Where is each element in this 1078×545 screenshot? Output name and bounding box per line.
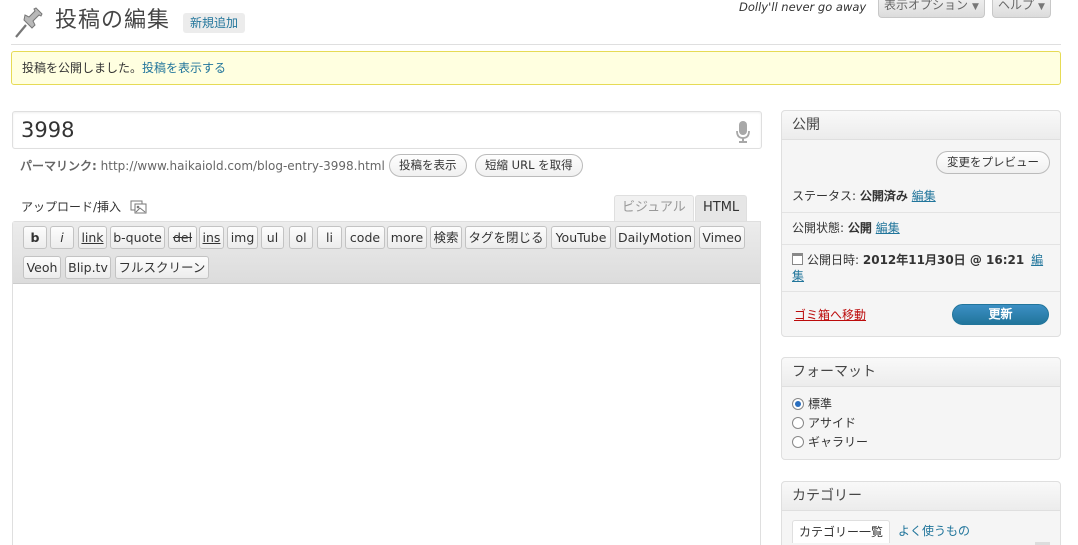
divider xyxy=(782,291,1060,292)
edit-status-link[interactable]: 編集 xyxy=(912,189,936,203)
pushpin-icon xyxy=(12,6,46,40)
preview-changes-button[interactable]: 変更をプレビュー xyxy=(936,151,1050,174)
help-button[interactable]: ヘルプ ▼ xyxy=(992,0,1051,18)
header-divider xyxy=(11,44,1061,45)
qt-bliptv-button[interactable]: Blip.tv xyxy=(65,256,111,279)
qt-more-button[interactable]: more xyxy=(387,226,427,249)
format-option-label: アサイド xyxy=(808,416,857,430)
qt-code-button[interactable]: code xyxy=(345,226,385,249)
format-box-title: フォーマット xyxy=(782,358,1060,387)
publish-box: 公開 変更をプレビュー ステータス: 公開済み 編集 公開状態: 公開 編集 公… xyxy=(781,110,1061,337)
qt-fullscreen-button[interactable]: フルスクリーン xyxy=(115,256,209,279)
permalink-label: パーマリンク: xyxy=(20,159,97,173)
notice-text: 投稿を公開しました。 xyxy=(22,61,143,75)
qt-ol-button[interactable]: ol xyxy=(289,226,313,249)
date-label: 公開日時: xyxy=(807,253,860,267)
chevron-down-icon: ▼ xyxy=(1038,2,1045,12)
qt-lookup-button[interactable]: 検索 xyxy=(430,226,462,249)
hello-dolly-text: Dolly'll never go away xyxy=(739,0,867,14)
divider xyxy=(782,244,1060,245)
format-option-standard[interactable]: 標準 xyxy=(792,396,832,412)
qt-ul-button[interactable]: ul xyxy=(261,226,284,249)
format-option-label: ギャラリー xyxy=(808,435,869,449)
qt-italic-button[interactable]: i xyxy=(50,226,74,249)
edit-date-link[interactable]: 編 xyxy=(1031,253,1043,267)
qt-veoh-button[interactable]: Veoh xyxy=(23,256,61,279)
move-to-trash-link[interactable]: ゴミ箱へ移動 xyxy=(794,306,866,323)
qt-link-button[interactable]: link xyxy=(78,226,107,249)
quicktags-toolbar: b i link b-quote del ins img ul ol li co… xyxy=(13,222,760,284)
qt-youtube-button[interactable]: YouTube xyxy=(551,226,611,249)
add-media-icon[interactable] xyxy=(130,198,148,214)
updated-notice: 投稿を公開しました。投稿を表示する xyxy=(11,51,1061,85)
update-button[interactable]: 更新 xyxy=(952,304,1049,325)
status-value: 公開済み xyxy=(859,189,908,203)
post-status-row: ステータス: 公開済み 編集 xyxy=(792,188,936,204)
qt-ins-button[interactable]: ins xyxy=(199,226,224,249)
permalink-row: パーマリンク: http://www.haikaiold.com/blog-en… xyxy=(20,155,385,177)
radio[interactable] xyxy=(792,417,804,429)
visibility-row: 公開状態: 公開 編集 xyxy=(792,220,900,236)
format-box: フォーマット 標準 アサイド ギャラリー xyxy=(781,357,1061,460)
visibility-value: 公開 xyxy=(847,221,872,235)
view-post-link[interactable]: 投稿を表示する xyxy=(142,61,226,75)
chevron-down-icon: ▼ xyxy=(972,2,979,12)
format-option-aside[interactable]: アサイド xyxy=(792,415,856,431)
category-box: カテゴリー カテゴリー一覧 よく使うもの xyxy=(781,481,1061,545)
publish-date-row: 公開日時: 2012年11月30日 @ 16:21 編 xyxy=(792,252,1043,268)
page-title: 投稿の編集 xyxy=(55,8,171,33)
permalink-url[interactable]: http://www.haikaiold.com/blog-entry-3998… xyxy=(101,159,385,173)
qt-close-tags-button[interactable]: タグを閉じる xyxy=(465,226,547,249)
qt-img-button[interactable]: img xyxy=(227,226,258,249)
upload-insert-label: アップロード/挿入 xyxy=(21,200,122,214)
view-post-button[interactable]: 投稿を表示 xyxy=(389,154,467,177)
post-title-input[interactable]: 3998 xyxy=(12,111,762,149)
category-box-title: カテゴリー xyxy=(782,482,1060,511)
tab-html[interactable]: HTML xyxy=(695,195,748,221)
qt-li-button[interactable]: li xyxy=(317,226,342,249)
status-label: ステータス: xyxy=(792,189,857,203)
calendar-icon xyxy=(792,253,803,265)
add-new-button[interactable]: 新規追加 xyxy=(183,13,246,33)
post-title-value: 3998 xyxy=(21,118,75,142)
screen-options-label: 表示オプション xyxy=(884,0,969,12)
editor-container: b i link b-quote del ins img ul ol li co… xyxy=(12,221,761,545)
qt-bold-button[interactable]: b xyxy=(23,226,47,249)
screen-options-button[interactable]: 表示オプション ▼ xyxy=(878,0,985,18)
get-shortlink-button[interactable]: 短縮 URL を取得 xyxy=(475,154,583,177)
tab-most-used[interactable]: よく使うもの xyxy=(898,522,970,540)
publish-box-title: 公開 xyxy=(782,111,1060,140)
microphone-icon[interactable] xyxy=(735,119,751,143)
edit-date-link-wrap[interactable]: 集 xyxy=(792,269,804,283)
radio-selected[interactable] xyxy=(792,398,804,410)
format-option-gallery[interactable]: ギャラリー xyxy=(792,434,868,450)
qt-blockquote-button[interactable]: b-quote xyxy=(110,226,165,249)
visibility-label: 公開状態: xyxy=(792,221,845,235)
divider xyxy=(782,212,1060,213)
qt-del-button[interactable]: del xyxy=(168,226,197,249)
qt-dailymotion-button[interactable]: DailyMotion xyxy=(615,226,695,249)
help-label: ヘルプ xyxy=(998,0,1035,12)
edit-visibility-link[interactable]: 編集 xyxy=(876,221,900,235)
publish-date-row-wrap: 集 xyxy=(792,268,804,284)
tab-all-categories[interactable]: カテゴリー一覧 xyxy=(792,520,891,543)
radio[interactable] xyxy=(792,436,804,448)
format-option-label: 標準 xyxy=(808,397,833,411)
qt-vimeo-button[interactable]: Vimeo xyxy=(699,226,745,249)
tab-visual[interactable]: ビジュアル xyxy=(614,195,694,221)
date-value: 2012年11月30日 @ 16:21 xyxy=(862,253,1025,267)
